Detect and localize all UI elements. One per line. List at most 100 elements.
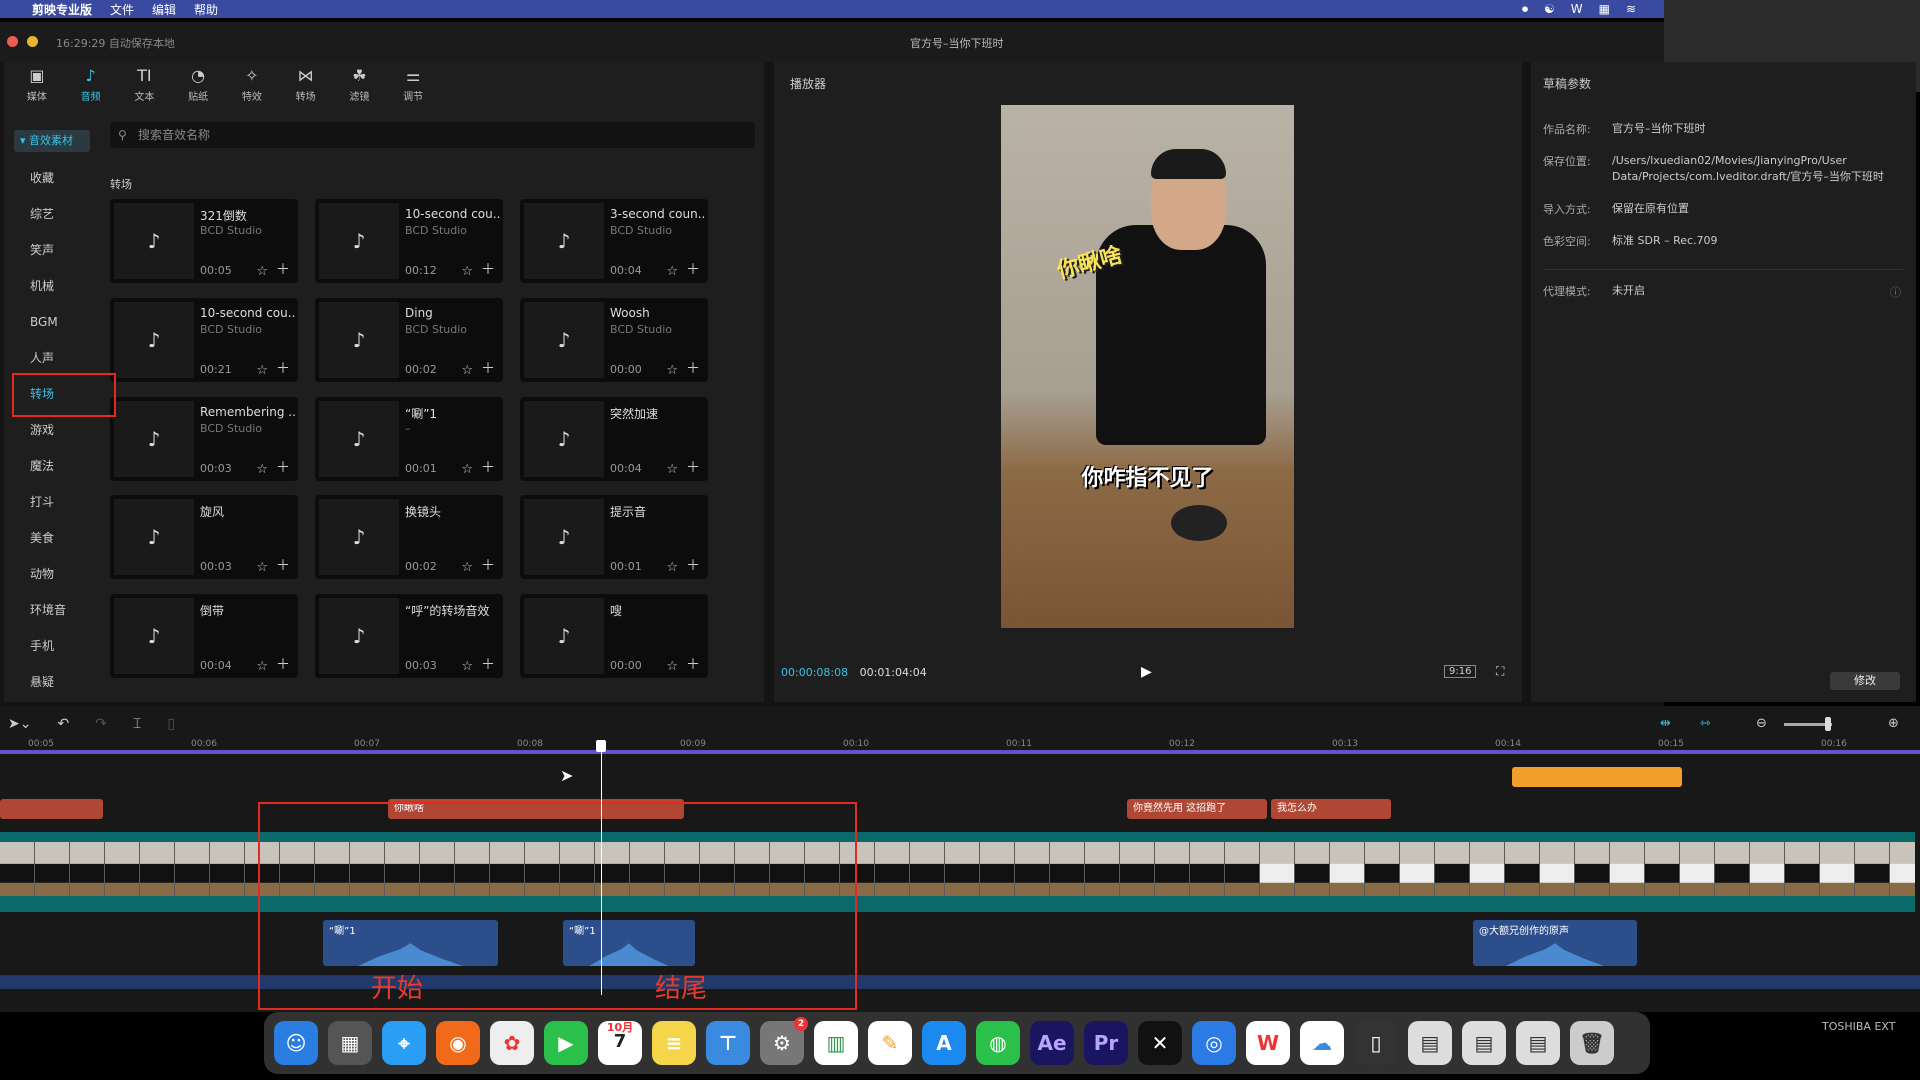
favorite-star-icon[interactable]: ☆ — [666, 462, 678, 477]
playhead[interactable] — [601, 740, 602, 995]
add-icon[interactable]: ＋ — [276, 654, 290, 674]
calendar-icon[interactable]: 10月 7 — [598, 1021, 642, 1065]
sound-card[interactable]: ♪ 换镜头 00:02 ☆ ＋ — [315, 495, 503, 579]
tab-adjust[interactable]: ⚌ 调节 — [386, 62, 440, 108]
menu-app-name[interactable]: 剪映专业版 — [32, 1, 92, 18]
add-icon[interactable]: ＋ — [481, 259, 495, 279]
app-store-icon[interactable]: A — [922, 1021, 966, 1065]
add-icon[interactable]: ＋ — [276, 555, 290, 575]
after-effects-icon[interactable]: Ae — [1030, 1021, 1074, 1065]
keynote-icon[interactable]: ⊤ — [706, 1021, 750, 1065]
menu-file[interactable]: 文件 — [110, 1, 134, 18]
sound-card[interactable]: ♪ 嗖 00:00 ☆ ＋ — [520, 594, 708, 678]
pages-icon[interactable]: ✎ — [868, 1021, 912, 1065]
grid-icon[interactable]: ▦ — [1599, 2, 1610, 17]
baidu-netdisk-icon[interactable]: ☁ — [1300, 1021, 1344, 1065]
favorite-star-icon[interactable]: ☆ — [666, 363, 678, 378]
delete-icon[interactable]: ▯ — [167, 716, 175, 732]
zoom-in-icon[interactable]: ⊕ — [1888, 716, 1899, 731]
wps-icon[interactable]: W — [1571, 2, 1583, 17]
text-clip-3[interactable]: 我怎么办 — [1271, 799, 1391, 819]
add-icon[interactable]: ＋ — [276, 358, 290, 378]
tab-effects[interactable]: ✧ 特效 — [225, 62, 279, 108]
category-animal[interactable]: 动物 — [10, 556, 98, 592]
favorite-star-icon[interactable]: ☆ — [666, 264, 678, 279]
capcut-icon[interactable]: ✕ — [1138, 1021, 1182, 1065]
category-phone[interactable]: 手机 — [10, 628, 98, 664]
photos-icon[interactable]: ✿ — [490, 1021, 534, 1065]
category-game[interactable]: 游戏 — [10, 412, 98, 448]
split-icon[interactable]: ⌶ — [133, 716, 141, 732]
share-icon[interactable]: ☯ — [1544, 2, 1555, 17]
favorite-star-icon[interactable]: ☆ — [256, 560, 268, 575]
add-icon[interactable]: ＋ — [481, 457, 495, 477]
add-icon[interactable]: ＋ — [686, 654, 700, 674]
quicktime-icon[interactable]: ◎ — [1192, 1021, 1236, 1065]
category-laughter[interactable]: 笑声 — [10, 232, 98, 268]
category-voice[interactable]: 人声 — [10, 340, 98, 376]
firefox-icon[interactable]: ◉ — [436, 1021, 480, 1065]
add-icon[interactable]: ＋ — [686, 555, 700, 575]
notes-icon[interactable]: ≡ — [652, 1021, 696, 1065]
audio-clip-original[interactable]: @大额兄创作的原声 — [1473, 920, 1637, 966]
add-icon[interactable]: ＋ — [276, 457, 290, 477]
sound-card[interactable]: ♪ 10-second cou... BCD Studio 00:21 ☆ ＋ — [110, 298, 298, 382]
category-fight[interactable]: 打斗 — [10, 484, 98, 520]
sound-card[interactable]: ♪ 10-second cou... BCD Studio 00:12 ☆ ＋ — [315, 199, 503, 283]
sound-search-input[interactable]: ⚲ 搜索音效名称 — [110, 122, 755, 148]
system-settings-icon[interactable]: ⚙ 2 — [760, 1017, 808, 1065]
wifi-icon[interactable]: ≋ — [1626, 2, 1636, 17]
info-icon[interactable]: ⓘ — [1890, 284, 1901, 300]
add-icon[interactable]: ＋ — [481, 358, 495, 378]
category-food[interactable]: 美食 — [10, 520, 98, 556]
sound-card[interactable]: ♪ 旋风 00:03 ☆ ＋ — [110, 495, 298, 579]
add-icon[interactable]: ＋ — [481, 555, 495, 575]
sound-card[interactable]: ♪ 突然加速 00:04 ☆ ＋ — [520, 397, 708, 481]
tab-transition[interactable]: ⋈ 转场 — [279, 62, 333, 108]
favorite-star-icon[interactable]: ☆ — [461, 462, 473, 477]
category-ambient[interactable]: 环境音 — [10, 592, 98, 628]
minimize-window-icon[interactable] — [27, 36, 38, 47]
fullscreen-icon[interactable]: ⛶ — [1496, 664, 1504, 679]
facetime-icon[interactable]: ▶ — [544, 1021, 588, 1065]
category-mechanical[interactable]: 机械 — [10, 268, 98, 304]
category-variety[interactable]: 综艺 — [10, 196, 98, 232]
category-favorites[interactable]: 收藏 — [10, 160, 98, 196]
folder-stack-icon[interactable]: ▤ — [1516, 1021, 1560, 1065]
sound-card[interactable]: ♪ 321倒数 BCD Studio 00:05 ☆ ＋ — [110, 199, 298, 283]
phone-mirror-icon[interactable]: ▯ — [1354, 1021, 1398, 1065]
sound-card[interactable]: ♪ Remembering ... BCD Studio 00:03 ☆ ＋ — [110, 397, 298, 481]
tab-audio[interactable]: ♪ 音频 — [64, 62, 118, 108]
category-suspense[interactable]: 悬疑 — [10, 664, 98, 700]
favorite-star-icon[interactable]: ☆ — [666, 659, 678, 674]
add-icon[interactable]: ＋ — [686, 358, 700, 378]
favorite-star-icon[interactable]: ☆ — [256, 659, 268, 674]
snap-icon[interactable]: ⇹ — [1660, 716, 1671, 731]
sound-card[interactable]: ♪ 提示音 00:01 ☆ ＋ — [520, 495, 708, 579]
category-bgm[interactable]: BGM — [10, 304, 98, 340]
menu-edit[interactable]: 编辑 — [152, 1, 176, 18]
zoom-slider-handle[interactable] — [1825, 717, 1831, 731]
launchpad-icon[interactable]: ▦ — [328, 1021, 372, 1065]
favorite-star-icon[interactable]: ☆ — [256, 363, 268, 378]
favorite-star-icon[interactable]: ☆ — [666, 560, 678, 575]
favorite-star-icon[interactable]: ☆ — [461, 560, 473, 575]
trash-icon[interactable]: 🗑 — [1570, 1021, 1614, 1065]
favorite-star-icon[interactable]: ☆ — [461, 363, 473, 378]
add-icon[interactable]: ＋ — [686, 457, 700, 477]
documents-stack-icon[interactable]: ▤ — [1462, 1021, 1506, 1065]
record-icon[interactable]: ⏺ — [1522, 2, 1528, 17]
favorite-star-icon[interactable]: ☆ — [256, 264, 268, 279]
tab-sticker[interactable]: ◔ 贴纸 — [171, 62, 225, 108]
favorite-star-icon[interactable]: ☆ — [461, 264, 473, 279]
link-icon[interactable]: ⇿ — [1700, 716, 1711, 731]
sound-card[interactable]: ♪ “呼”的转场音效 00:03 ☆ ＋ — [315, 594, 503, 678]
sound-card[interactable]: ♪ “唰”1– 00:01 ☆ ＋ — [315, 397, 503, 481]
favorite-star-icon[interactable]: ☆ — [256, 462, 268, 477]
sticker-clip[interactable] — [1512, 767, 1682, 787]
play-icon[interactable]: ▶ — [1141, 664, 1152, 680]
redo-icon[interactable]: ↷ — [95, 716, 107, 732]
category-magic[interactable]: 魔法 — [10, 448, 98, 484]
text-clip-2[interactable]: 你竟然先用 这招跑了 — [1127, 799, 1267, 819]
zoom-out-icon[interactable]: ⊖ — [1756, 716, 1767, 731]
